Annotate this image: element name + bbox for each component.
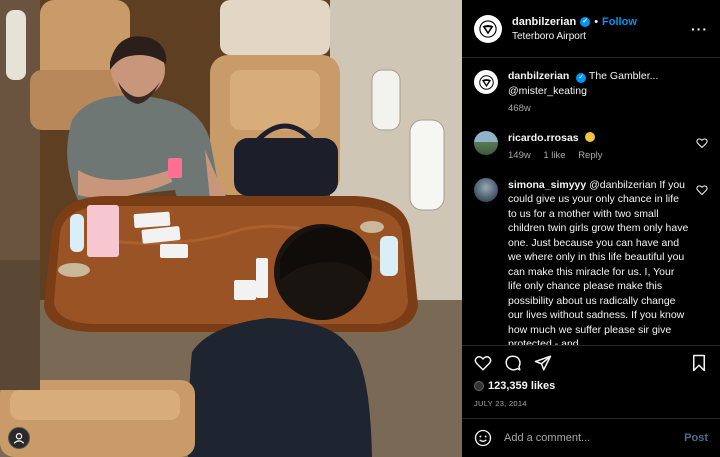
post-photo[interactable] bbox=[0, 0, 462, 457]
comment-text: @danbilzerian If you could give us your … bbox=[508, 178, 689, 346]
reply-button[interactable]: Reply bbox=[578, 150, 602, 161]
comment-likes[interactable]: 1 like bbox=[543, 150, 565, 161]
author-avatar[interactable] bbox=[474, 14, 502, 43]
commenter-avatar[interactable] bbox=[474, 130, 498, 155]
comment-heart-icon[interactable] bbox=[696, 184, 708, 196]
caption-avatar[interactable] bbox=[474, 70, 498, 94]
logo-icon bbox=[478, 74, 494, 90]
post-actions: 123,359 likes JULY 23, 2014 bbox=[462, 345, 720, 418]
follow-button[interactable]: Follow bbox=[602, 16, 637, 28]
caption-text: The Gambler... bbox=[588, 70, 659, 82]
comment-item: ricardo.rrosas 149w 1 like Reply bbox=[474, 130, 708, 164]
post-side-panel: danbilzerian ✓ • Follow Teterboro Airpor… bbox=[462, 0, 720, 457]
share-icon[interactable] bbox=[534, 354, 552, 372]
bookmark-icon[interactable] bbox=[690, 354, 708, 372]
separator-dot: • bbox=[594, 15, 599, 28]
comment-age[interactable]: 149w bbox=[508, 150, 531, 161]
post-photo-image bbox=[0, 0, 462, 457]
comment-icon[interactable] bbox=[504, 354, 522, 372]
post-date: JULY 23, 2014 bbox=[474, 399, 527, 408]
heart-icon[interactable] bbox=[474, 354, 492, 372]
author-username[interactable]: danbilzerian bbox=[512, 16, 576, 28]
comment-input[interactable]: Add a comment... bbox=[504, 432, 684, 444]
verified-icon: ✓ bbox=[580, 16, 591, 27]
liker-avatar bbox=[474, 381, 484, 391]
comment-composer: Add a comment... Post bbox=[462, 418, 720, 457]
logo-icon bbox=[479, 19, 497, 38]
caption-age[interactable]: 468w bbox=[508, 103, 531, 114]
comments-list[interactable]: danbilzerian ✓ The Gambler... @mister_ke… bbox=[462, 59, 720, 345]
emoji-icon bbox=[584, 131, 595, 142]
smile-icon[interactable] bbox=[474, 429, 492, 447]
comment-item: simona_simyyy @danbilzerian If you could… bbox=[474, 177, 708, 346]
likes-text[interactable]: 123,359 likes bbox=[488, 380, 555, 392]
more-icon[interactable]: ··· bbox=[691, 21, 708, 37]
caption-username[interactable]: danbilzerian bbox=[508, 70, 569, 82]
likes-count[interactable]: 123,359 likes bbox=[474, 380, 708, 392]
post-location[interactable]: Teterboro Airport bbox=[512, 31, 691, 42]
caption-mention[interactable]: @mister_keating bbox=[508, 84, 708, 99]
profile-icon[interactable] bbox=[8, 427, 30, 449]
comment-username[interactable]: ricardo.rrosas bbox=[508, 132, 579, 144]
comment-heart-icon[interactable] bbox=[696, 137, 708, 149]
verified-icon: ✓ bbox=[576, 73, 587, 83]
post-header: danbilzerian ✓ • Follow Teterboro Airpor… bbox=[462, 0, 720, 58]
comment-username[interactable]: simona_simyyy bbox=[508, 179, 586, 191]
post-comment-button[interactable]: Post bbox=[684, 432, 708, 444]
commenter-avatar[interactable] bbox=[474, 177, 498, 202]
post-caption: danbilzerian ✓ The Gambler... @mister_ke… bbox=[474, 69, 708, 117]
